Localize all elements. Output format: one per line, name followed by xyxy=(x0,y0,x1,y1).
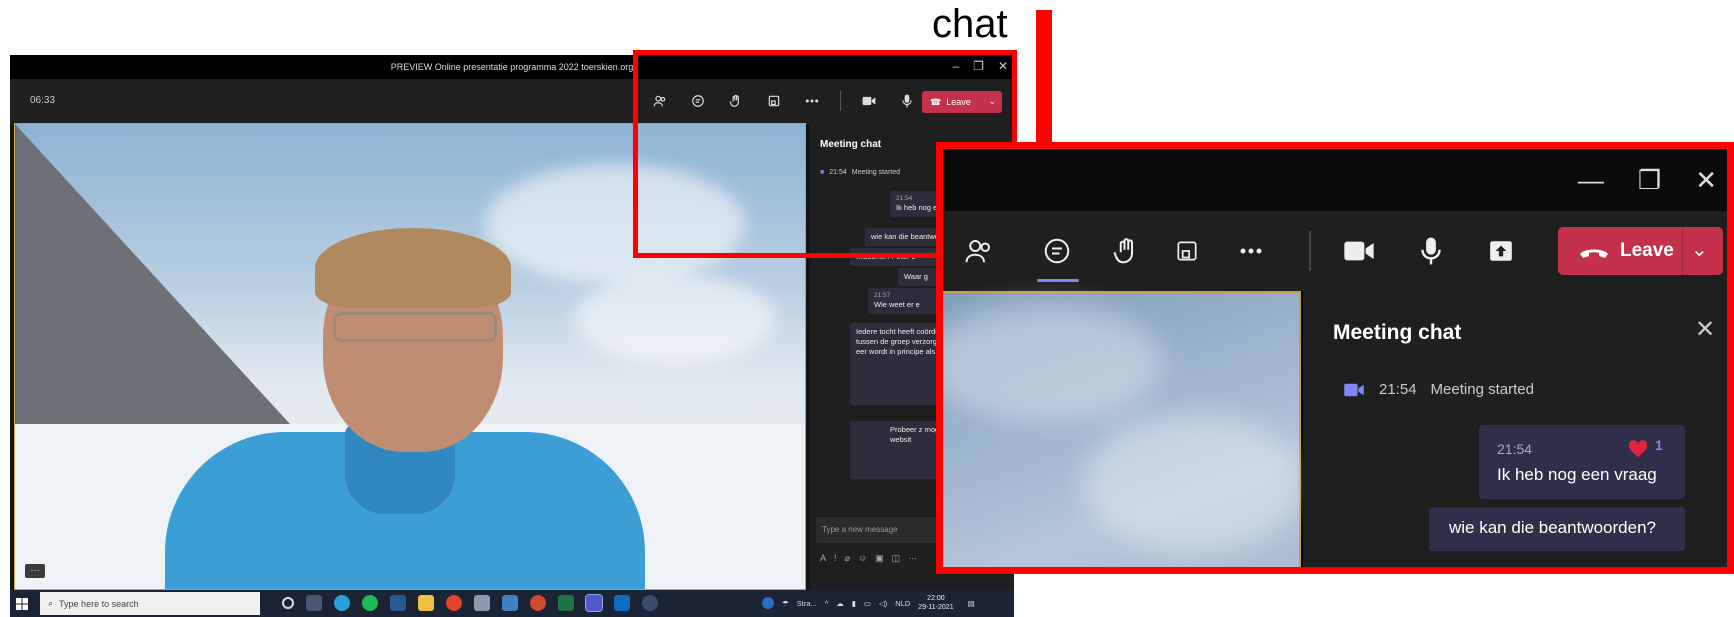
leave-button[interactable]: Leave ⌄ xyxy=(1558,227,1723,275)
weather-text[interactable]: Stra... xyxy=(797,599,817,608)
video-more-icon[interactable]: ··· xyxy=(25,564,45,578)
cloud-shape xyxy=(1083,413,1303,553)
edge-icon[interactable] xyxy=(334,595,350,611)
notifications-icon[interactable]: ▤ xyxy=(968,599,975,608)
window-controls: — ❐ ✕ xyxy=(1578,165,1727,196)
volume-icon[interactable]: ◁) xyxy=(879,599,887,608)
active-tab-indicator xyxy=(1037,279,1079,282)
close-button[interactable]: ✕ xyxy=(1695,165,1717,196)
leave-divider xyxy=(1682,227,1683,275)
clock-time: 22:00 xyxy=(927,595,945,602)
heart-icon[interactable] xyxy=(1627,438,1649,458)
phone-hangup-icon xyxy=(1580,249,1608,258)
outlook-icon[interactable] xyxy=(614,595,630,611)
chat-message[interactable]: wie kan die beantwoorden? xyxy=(1429,507,1685,551)
chat-message-text: Ik heb nog een vraag xyxy=(1497,465,1657,484)
usb-icon[interactable]: ▮ xyxy=(852,599,856,608)
toolbar-separator xyxy=(1309,231,1311,271)
app-icon[interactable] xyxy=(530,595,546,611)
chat-compose-tools: A ! ⌀ ☺ ▣ ◫ ··· ➤ xyxy=(820,553,947,564)
file-explorer-icon[interactable] xyxy=(418,595,434,611)
search-placeholder: Type here to search xyxy=(59,598,139,609)
chrome-icon[interactable] xyxy=(446,595,462,611)
annotation-chat-label: chat xyxy=(932,2,1008,46)
reaction-count: 1 xyxy=(1655,437,1663,453)
meeting-started-row: 21:54 Meeting started xyxy=(1343,381,1534,398)
zoom-meeting-toolbar: Leave ⌄ xyxy=(943,211,1727,291)
chat-message[interactable]: 21:54 1 Ik heb nog een vraag xyxy=(1479,425,1685,499)
microphone-icon[interactable] xyxy=(1413,233,1449,269)
zoom-window-titlebar: — ❐ ✕ xyxy=(943,149,1727,211)
windows-start-icon[interactable] xyxy=(16,597,28,610)
emoji-icon[interactable]: ☺ xyxy=(858,553,867,564)
taskbar-clock[interactable]: 22:00 29-11-2021 xyxy=(918,594,953,612)
taskbar-apps xyxy=(282,594,658,612)
priority-icon[interactable]: ! xyxy=(834,553,837,564)
windows-taskbar: ⌕ Type here to search ☂ Stra... ^ ☁ ▮ ▭ … xyxy=(10,590,1014,617)
raise-hand-icon[interactable] xyxy=(1109,233,1145,269)
camera-icon[interactable] xyxy=(1341,233,1377,269)
chat-title: Meeting chat xyxy=(1333,321,1462,344)
more-options-icon[interactable] xyxy=(1233,233,1269,269)
app-icon[interactable] xyxy=(474,595,490,611)
person-hair-shape xyxy=(315,228,511,308)
clock-date: 29-11-2021 xyxy=(918,604,954,611)
chevron-down-icon[interactable]: ⌄ xyxy=(1691,237,1708,262)
teams-icon[interactable] xyxy=(585,594,603,612)
word-icon[interactable] xyxy=(390,595,406,611)
attach-icon[interactable]: ⌀ xyxy=(845,553,850,564)
leave-label: Leave xyxy=(1620,240,1674,261)
video-camera-icon xyxy=(1344,383,1364,396)
onedrive-icon[interactable]: ☁ xyxy=(836,599,844,608)
format-icon[interactable]: A xyxy=(820,553,826,564)
chat-message-text: Waar g xyxy=(904,272,928,281)
system-tray: ☂ Stra... ^ ☁ ▮ ▭ ◁) NLD 22:00 29-11-202… xyxy=(762,594,975,612)
search-icon: ⌕ xyxy=(48,598,54,608)
chat-message-time: 21:54 xyxy=(1497,441,1533,457)
cortana-icon[interactable] xyxy=(282,597,294,609)
zoom-video-preview xyxy=(943,291,1303,567)
meeting-started-time: 21:54 xyxy=(1379,381,1417,398)
chat-message-text: wie kan die beantwoorden? xyxy=(1449,518,1656,537)
chat-message-text: Wie weet er e xyxy=(874,300,920,310)
chevron-up-icon[interactable]: ^ xyxy=(825,599,829,608)
sticker-icon[interactable]: ◫ xyxy=(892,553,901,564)
meeting-started-text: Meeting started xyxy=(1430,381,1534,398)
close-icon[interactable]: ✕ xyxy=(1695,315,1715,344)
rooms-icon[interactable] xyxy=(1169,233,1205,269)
zoomed-toolbar-panel: — ❐ ✕ Leave ⌄ Meeting chat ✕ 21:54 Meeti… xyxy=(936,142,1734,574)
meeting-timer: 06:33 xyxy=(30,95,56,106)
chat-icon[interactable] xyxy=(1039,233,1075,269)
gif-icon[interactable]: ▣ xyxy=(875,553,884,564)
participants-icon[interactable] xyxy=(961,233,997,269)
app-icon[interactable] xyxy=(642,595,658,611)
taskbar-search-input[interactable]: ⌕ Type here to search xyxy=(40,592,260,615)
more-options-icon[interactable]: ··· xyxy=(908,553,917,564)
app-icon[interactable] xyxy=(762,597,774,609)
network-icon[interactable]: ▭ xyxy=(864,599,871,608)
minimize-button[interactable]: — xyxy=(1578,165,1604,196)
spotify-icon[interactable] xyxy=(362,595,378,611)
excel-icon[interactable] xyxy=(558,595,574,611)
task-view-icon[interactable] xyxy=(306,595,322,611)
person-glasses-shape xyxy=(333,312,497,342)
zoom-meeting-chat-panel: Meeting chat ✕ 21:54 Meeting started 21:… xyxy=(1303,291,1727,567)
restore-button[interactable]: ❐ xyxy=(1638,165,1661,196)
annotation-arrow-shaft xyxy=(1036,10,1052,158)
weather-icon[interactable]: ☂ xyxy=(782,599,789,608)
cloud-shape xyxy=(575,274,775,364)
language-indicator[interactable]: NLD xyxy=(895,599,910,608)
share-screen-icon[interactable] xyxy=(1483,233,1519,269)
calculator-icon[interactable] xyxy=(502,595,518,611)
cloud-shape xyxy=(943,303,1163,423)
